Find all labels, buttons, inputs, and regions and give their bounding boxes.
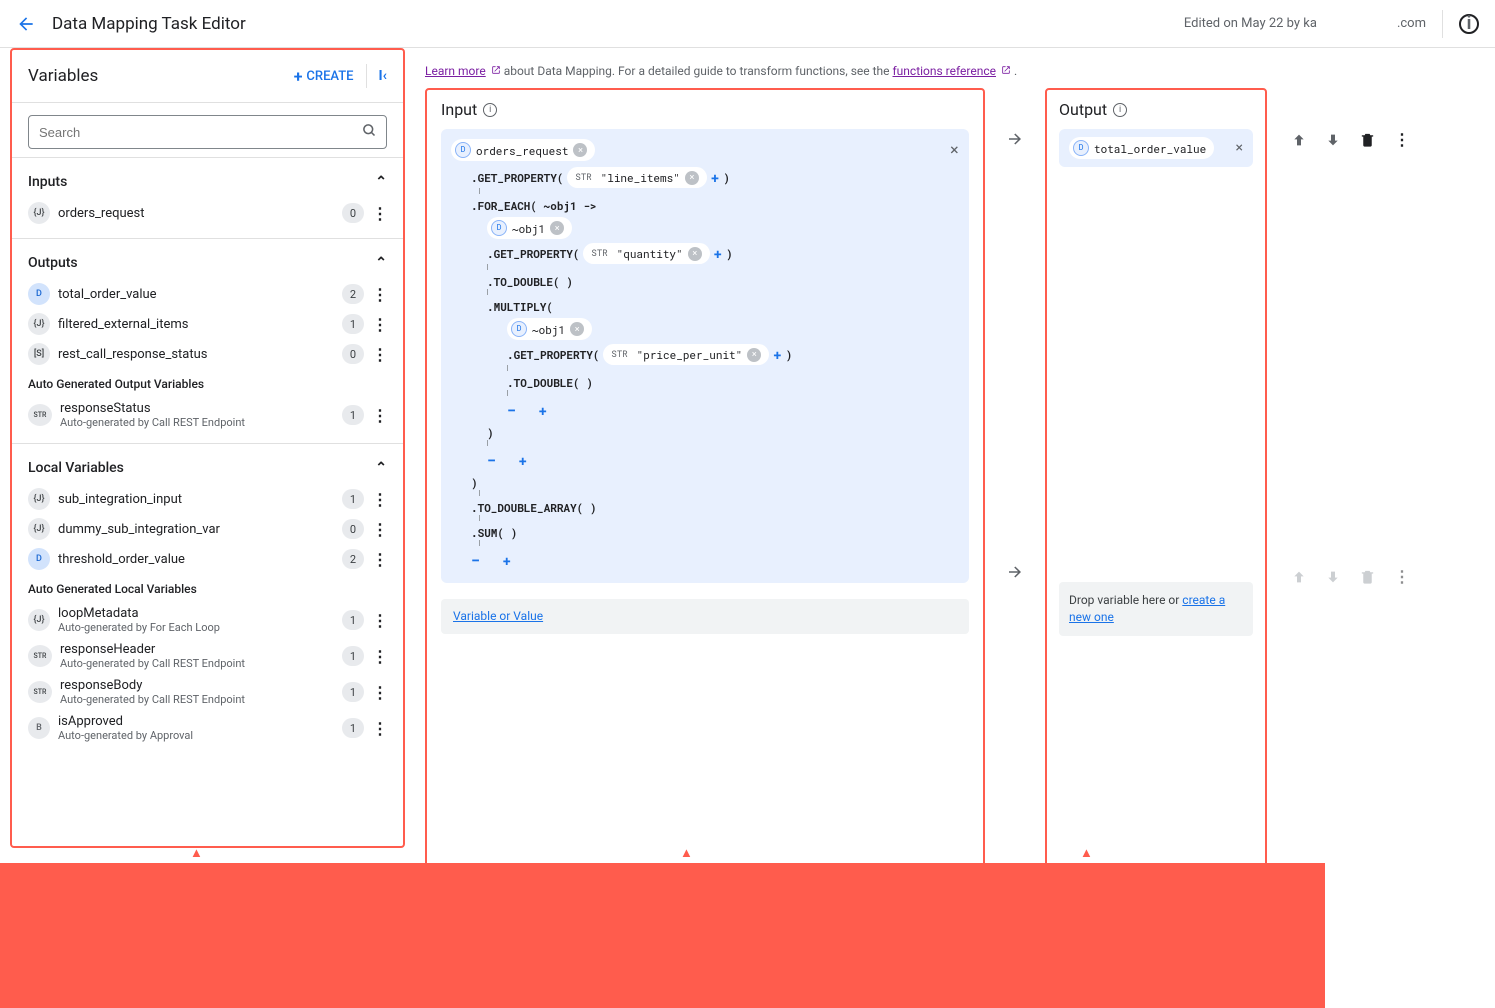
- chevron-up-icon: ⌃: [375, 460, 387, 476]
- up-arrow-icon: ▲: [680, 845, 693, 861]
- more-vert-icon[interactable]: ⋮: [372, 406, 387, 425]
- variable-row[interactable]: {J} orders_request 0 ⋮: [12, 198, 403, 228]
- variable-chip[interactable]: D total_order_value: [1069, 137, 1214, 159]
- add-param-icon[interactable]: +: [714, 244, 722, 263]
- variable-row[interactable]: D total_order_value 2 ⋮: [12, 279, 403, 309]
- remove-icon[interactable]: ×: [747, 348, 761, 362]
- output-variable-chip-row: D total_order_value ×: [1059, 129, 1253, 167]
- remove-icon[interactable]: ×: [550, 221, 564, 235]
- arrow-right-icon: [1006, 130, 1024, 148]
- mapping-expression[interactable]: × D orders_request × .GET_PROPERTY( STR …: [441, 129, 969, 583]
- info-icon[interactable]: i: [1459, 14, 1479, 34]
- close-icon[interactable]: ×: [949, 139, 959, 160]
- type-chip-double: D: [28, 283, 50, 305]
- move-up-icon[interactable]: [1291, 569, 1307, 585]
- remove-icon[interactable]: ×: [688, 247, 702, 261]
- more-vert-icon[interactable]: ⋮: [372, 345, 387, 364]
- more-vert-icon[interactable]: ⋮: [372, 647, 387, 666]
- more-vert-icon[interactable]: ⋮: [372, 204, 387, 223]
- more-vert-icon[interactable]: ⋮: [372, 550, 387, 569]
- more-vert-icon[interactable]: ⋮: [372, 285, 387, 304]
- output-title: Output: [1059, 100, 1107, 119]
- usage-count-badge: 0: [342, 203, 364, 223]
- create-button[interactable]: + CREATE: [294, 67, 354, 86]
- delete-icon[interactable]: [1359, 568, 1376, 585]
- variables-panel: Variables + CREATE I‹ Inputs ⌃ {J} order…: [10, 48, 405, 848]
- more-vert-icon[interactable]: ⋮: [372, 315, 387, 334]
- variable-row[interactable]: [S] rest_call_response_status 0 ⋮: [12, 339, 403, 369]
- local-section-header[interactable]: Local Variables ⌃: [12, 450, 403, 484]
- remove-fn-icon[interactable]: −: [471, 550, 481, 571]
- more-vert-icon[interactable]: ⋮: [372, 490, 387, 509]
- input-panel: Input i × D orders_request × .GET_PROPER…: [425, 88, 985, 878]
- add-fn-icon[interactable]: +: [539, 401, 547, 420]
- divider: [1442, 10, 1443, 38]
- auto-local-header: Auto Generated Local Variables: [12, 574, 403, 602]
- variable-row[interactable]: STR responseBody Auto-generated by Call …: [12, 674, 403, 710]
- move-down-icon[interactable]: [1325, 132, 1341, 148]
- obj-chip[interactable]: D~obj1 ×: [507, 318, 592, 340]
- remove-icon[interactable]: ×: [685, 171, 699, 185]
- remove-fn-icon[interactable]: −: [507, 400, 517, 421]
- auto-output-header: Auto Generated Output Variables: [12, 369, 403, 397]
- edited-by-text: Edited on May 22 by ka.com: [1184, 16, 1426, 31]
- info-icon[interactable]: i: [483, 103, 497, 117]
- annotation-bar: ▲ ▲ ▲: [0, 863, 1325, 1008]
- learn-more-link[interactable]: Learn more: [425, 64, 486, 78]
- outputs-section-header[interactable]: Outputs ⌃: [12, 245, 403, 279]
- more-vert-icon[interactable]: ⋮: [372, 520, 387, 539]
- more-vert-icon[interactable]: ⋮: [372, 719, 387, 738]
- variable-row[interactable]: STR responseStatus Auto-generated by Cal…: [12, 397, 403, 433]
- string-param-chip[interactable]: STR "quantity" ×: [583, 243, 709, 264]
- functions-reference-link[interactable]: functions reference: [893, 64, 996, 78]
- chevron-up-icon: ⌃: [375, 174, 387, 190]
- remove-icon[interactable]: ×: [573, 143, 587, 157]
- close-icon[interactable]: ×: [1236, 140, 1243, 156]
- input-title: Input: [441, 100, 477, 119]
- variable-row[interactable]: {J} loopMetadata Auto-generated by For E…: [12, 602, 403, 638]
- input-drop-zone[interactable]: Variable or Value: [441, 599, 969, 634]
- more-vert-icon[interactable]: ⋮: [372, 683, 387, 702]
- info-line: Learn more about Data Mapping. For a det…: [425, 64, 1475, 78]
- search-input[interactable]: [28, 115, 387, 149]
- collapse-panel-icon[interactable]: I‹: [379, 68, 387, 84]
- info-icon[interactable]: i: [1113, 103, 1127, 117]
- more-vert-icon[interactable]: ⋮: [1394, 567, 1409, 586]
- remove-icon[interactable]: ×: [570, 322, 584, 336]
- move-down-icon[interactable]: [1325, 569, 1341, 585]
- back-arrow-icon[interactable]: [16, 14, 36, 34]
- search-icon: [362, 123, 377, 138]
- type-chip-json: {J}: [28, 202, 50, 224]
- add-fn-icon[interactable]: +: [503, 551, 511, 570]
- variable-row[interactable]: {J} dummy_sub_integration_var 0 ⋮: [12, 514, 403, 544]
- string-param-chip[interactable]: STR "price_per_unit" ×: [603, 344, 769, 365]
- page-title: Data Mapping Task Editor: [52, 14, 246, 34]
- output-panel: Output i D total_order_value × Drop vari…: [1045, 88, 1267, 878]
- delete-icon[interactable]: [1359, 131, 1376, 148]
- variable-row[interactable]: {J} filtered_external_items 1 ⋮: [12, 309, 403, 339]
- add-fn-icon[interactable]: +: [519, 451, 527, 470]
- output-drop-zone[interactable]: Drop variable here or create a new one: [1059, 582, 1253, 636]
- inputs-section-header[interactable]: Inputs ⌃: [12, 164, 403, 198]
- variable-row[interactable]: D threshold_order_value 2 ⋮: [12, 544, 403, 574]
- up-arrow-icon: ▲: [190, 845, 203, 861]
- arrow-right-icon: [1006, 563, 1024, 581]
- add-param-icon[interactable]: +: [773, 345, 781, 364]
- string-param-chip[interactable]: STR "line_items" ×: [567, 167, 706, 188]
- variable-row[interactable]: {J} sub_integration_input 1 ⋮: [12, 484, 403, 514]
- variable-chip[interactable]: D orders_request ×: [451, 139, 595, 161]
- remove-fn-icon[interactable]: −: [487, 450, 497, 471]
- more-vert-icon[interactable]: ⋮: [1394, 130, 1409, 149]
- obj-chip[interactable]: D~obj1 ×: [487, 217, 572, 239]
- up-arrow-icon: ▲: [1080, 845, 1093, 861]
- more-vert-icon[interactable]: ⋮: [372, 611, 387, 630]
- variable-row[interactable]: STR responseHeader Auto-generated by Cal…: [12, 638, 403, 674]
- variables-heading: Variables: [28, 66, 98, 86]
- add-param-icon[interactable]: +: [711, 168, 719, 187]
- variable-row[interactable]: B isApproved Auto-generated by Approval …: [12, 710, 403, 746]
- chevron-up-icon: ⌃: [375, 255, 387, 271]
- move-up-icon[interactable]: [1291, 132, 1307, 148]
